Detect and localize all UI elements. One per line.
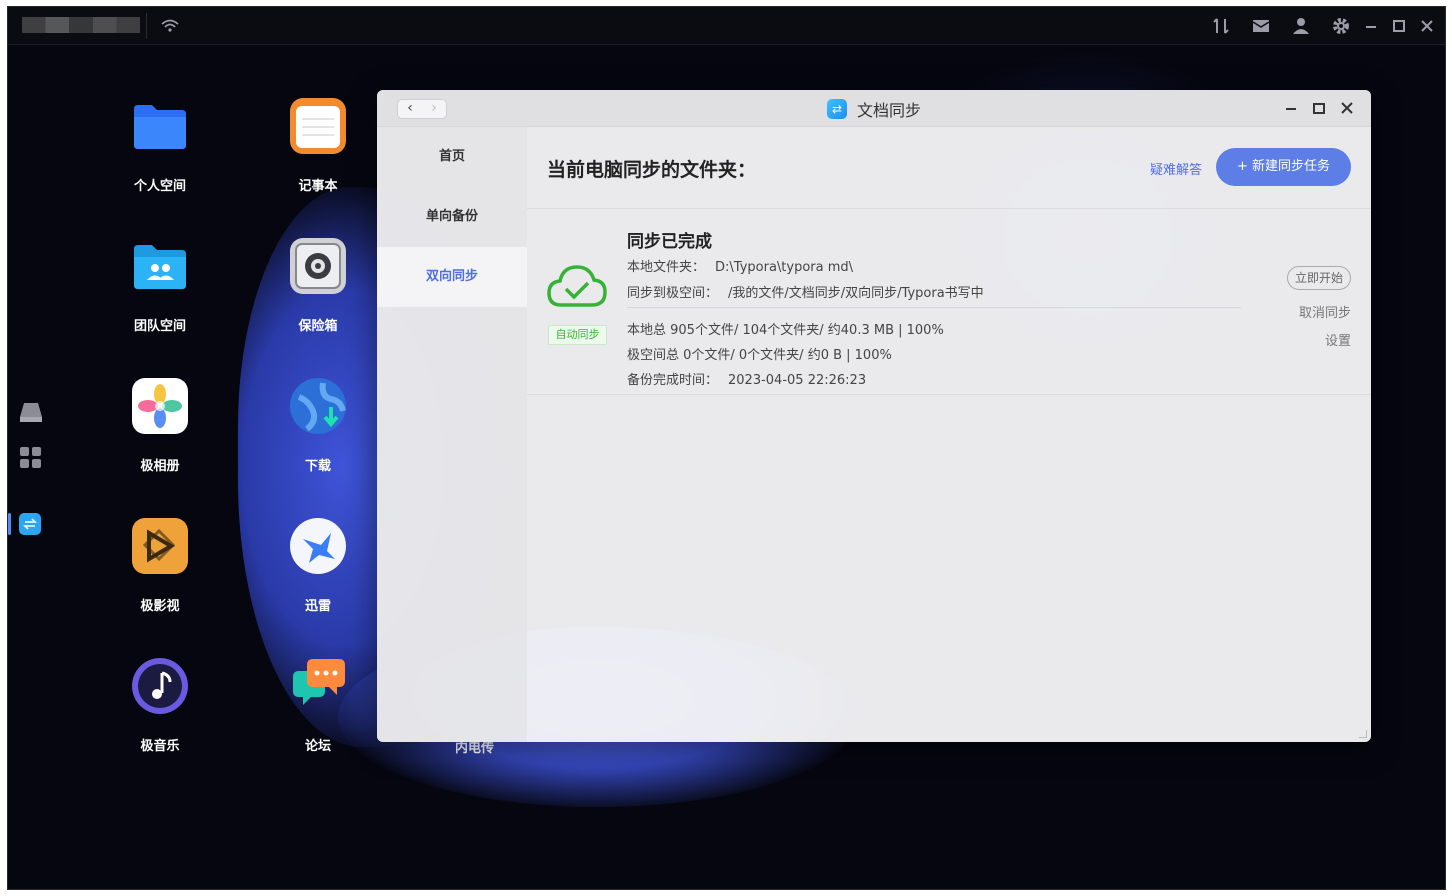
sidebar: 首页 单向备份 双向同步 [377, 127, 527, 742]
local-folder-label: 本地文件夹： [627, 260, 706, 275]
local-summary: 本地总 905个文件/ 104个文件夹/ 约40.3 MB | 100% [627, 323, 944, 338]
sync-status: 同步已完成 [627, 232, 712, 252]
photos-icon [131, 377, 189, 435]
top-bar [8, 7, 1445, 45]
window-title: ⇄ 文档同步 [827, 98, 921, 120]
remote-folder-label: 同步到极空间： [627, 286, 719, 301]
desktop-icon-safe[interactable]: 保险箱 [263, 237, 373, 334]
window-minimize-icon[interactable] [1282, 99, 1300, 117]
desktop-icon-thunder[interactable]: 迅雷 [263, 517, 373, 614]
divider [627, 307, 1241, 308]
team-folder-icon [131, 237, 189, 295]
nav-buttons: ‹ › [397, 99, 447, 119]
thunder-bird-icon [289, 517, 347, 575]
notepad-icon [289, 97, 347, 155]
desktop: 个人空间 记事本 团队空间 保险箱 极相册 下载 极影视 迅雷 极音乐 论坛 内… [7, 6, 1446, 890]
doc-sync-app-icon: ⇄ [827, 99, 847, 119]
transfer-icon[interactable] [1211, 16, 1231, 36]
window-title-text: 文档同步 [857, 101, 922, 120]
desktop-icon-download[interactable]: 下载 [263, 377, 373, 474]
local-folder-row: 本地文件夹： D:\Typora\typora md\ [627, 256, 853, 275]
desktop-icon-label: 论坛 [304, 739, 331, 754]
desktop-icon-label: 团队空间 [133, 319, 186, 334]
doc-sync-dock-icon[interactable] [18, 512, 44, 538]
desktop-icon-label: 记事本 [298, 179, 338, 194]
desktop-icon-label: 极影视 [140, 599, 180, 614]
music-icon [131, 657, 189, 715]
desktop-icon-team-space[interactable]: 团队空间 [105, 237, 215, 334]
cancel-sync-link[interactable]: 取消同步 [1271, 302, 1351, 321]
apps-grid-icon[interactable] [18, 445, 44, 471]
resize-handle[interactable] [1359, 730, 1367, 738]
window-close-icon[interactable] [1338, 99, 1356, 117]
safe-icon [289, 237, 347, 295]
remote-folder-value: /我的文件/文档同步/双向同步/Typora书写中 [728, 286, 984, 301]
desktop-icon-label: 迅雷 [304, 599, 331, 614]
dock-active-indicator [8, 513, 11, 535]
folder-icon [131, 97, 189, 155]
maximize-icon[interactable] [1389, 16, 1409, 36]
desktop-icon-label: 个人空间 [133, 179, 186, 194]
help-link[interactable]: 疑难解答 [1150, 159, 1202, 178]
desktop-icon-photos[interactable]: 极相册 [105, 377, 215, 474]
desktop-icon-label: 下载 [304, 459, 331, 474]
start-now-button[interactable]: 立即开始 [1287, 266, 1351, 290]
forward-icon[interactable]: › [422, 100, 446, 118]
backup-time-label: 备份完成时间： [627, 373, 719, 388]
page-title: 当前电脑同步的文件夹： [547, 159, 757, 181]
settings-link[interactable]: 设置 [1271, 330, 1351, 349]
drive-icon[interactable] [18, 399, 44, 425]
chat-bubbles-icon [289, 657, 347, 715]
local-folder-value: D:\Typora\typora md\ [715, 260, 854, 275]
divider [146, 13, 147, 39]
desktop-icon-forum[interactable]: 论坛 [263, 657, 373, 754]
desktop-icon-video[interactable]: 极影视 [105, 517, 215, 614]
mail-icon[interactable] [1251, 16, 1271, 36]
video-icon [131, 517, 189, 575]
new-sync-task-button[interactable]: + 新建同步任务 [1216, 148, 1351, 186]
remote-summary: 极空间总 0个文件/ 0个文件夹/ 约0 B | 100% [627, 348, 892, 363]
close-icon[interactable] [1417, 16, 1437, 36]
wifi-icon[interactable] [160, 16, 180, 36]
auto-sync-badge: 自动同步 [548, 325, 607, 345]
sync-task-card: 自动同步 同步已完成 本地文件夹： D:\Typora\typora md\ 同步… [527, 209, 1371, 395]
doc-sync-window: ‹ › ⇄ 文档同步 首页 单向备份 双向同步 当前电脑同步的文件夹： 疑难解答… [377, 90, 1371, 742]
minimize-icon[interactable] [1361, 16, 1381, 36]
sidebar-item-home[interactable]: 首页 [377, 127, 527, 187]
settings-gear-icon[interactable] [1331, 16, 1351, 36]
desktop-icon-notepad[interactable]: 记事本 [263, 97, 373, 194]
main-header: 当前电脑同步的文件夹： 疑难解答 + 新建同步任务 [527, 127, 1371, 209]
sidebar-item-two-way-sync[interactable]: 双向同步 [377, 247, 527, 307]
sidebar-item-one-way-backup[interactable]: 单向备份 [377, 187, 527, 247]
desktop-icon-label: 保险箱 [298, 319, 338, 334]
backup-time-value: 2023-04-05 22:26:23 [728, 373, 867, 388]
window-maximize-icon[interactable] [1310, 99, 1328, 117]
back-icon[interactable]: ‹ [398, 100, 422, 118]
remote-folder-row: 同步到极空间： /我的文件/文档同步/双向同步/Typora书写中 [627, 282, 984, 301]
blurred-username [22, 17, 140, 33]
desktop-icon-label: 极相册 [140, 459, 180, 474]
desktop-icon-label: 极音乐 [140, 739, 180, 754]
user-icon[interactable] [1291, 16, 1311, 36]
desktop-icon-personal-space[interactable]: 个人空间 [105, 97, 215, 194]
download-globe-icon [289, 377, 347, 435]
window-titlebar: ‹ › ⇄ 文档同步 [377, 90, 1371, 127]
cloud-check-icon [547, 261, 607, 313]
backup-time-row: 备份完成时间： 2023-04-05 22:26:23 [627, 369, 866, 388]
desktop-icon-music[interactable]: 极音乐 [105, 657, 215, 754]
